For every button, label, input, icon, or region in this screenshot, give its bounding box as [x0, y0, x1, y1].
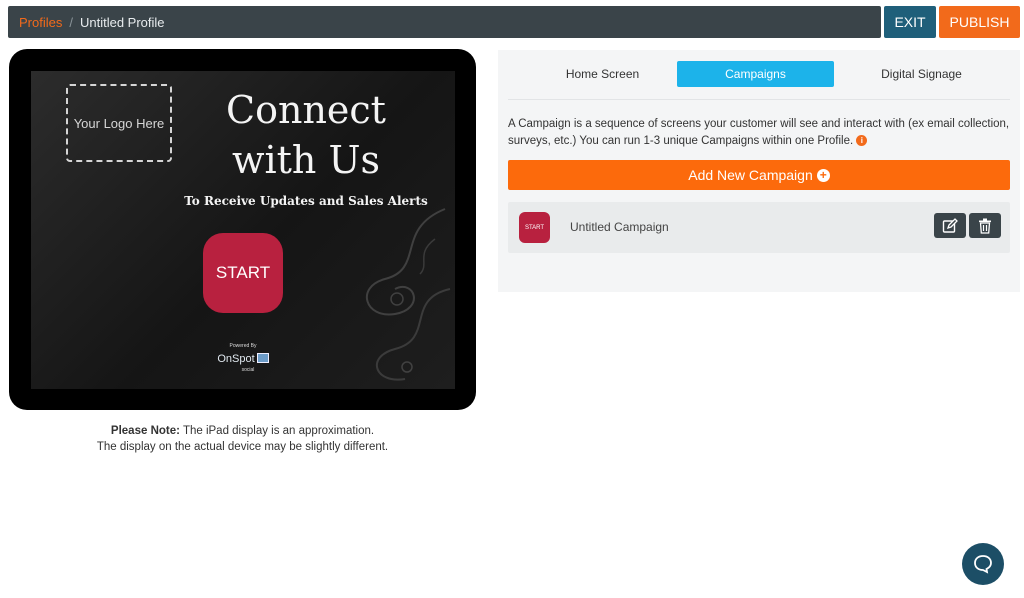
- preview-subheadline: To Receive Updates and Sales Alerts: [184, 194, 428, 208]
- headline-line-1: Connect: [226, 88, 386, 132]
- profile-settings-panel: Home Screen Campaigns Digital Signage A …: [498, 50, 1020, 292]
- trash-icon: [979, 218, 991, 234]
- ipad-preview-screen: Your Logo Here Connect with Us To Receiv…: [31, 71, 455, 389]
- powered-by-logo: Powered By OnSpot social: [213, 343, 273, 373]
- publish-button[interactable]: PUBLISH: [939, 6, 1020, 38]
- breadcrumb-bar: Profiles / Untitled Profile: [8, 6, 881, 38]
- breadcrumb-current: Untitled Profile: [79, 14, 165, 30]
- logo-placeholder: Your Logo Here: [66, 84, 172, 162]
- note-bold-label: Please Note:: [110, 425, 180, 437]
- tab-digital-signage[interactable]: Digital Signage: [843, 61, 1000, 87]
- powered-by-text: Powered By: [229, 343, 257, 349]
- note-line-1: The iPad display is an approximation.: [179, 425, 375, 437]
- add-new-campaign-label: Add New Campaign: [688, 167, 813, 183]
- campaign-thumbnail: START: [519, 212, 550, 243]
- edit-icon: [942, 217, 958, 233]
- brand-sub-text: social: [241, 367, 255, 373]
- breadcrumb-separator: /: [69, 14, 73, 30]
- preview-start-button: START: [203, 233, 283, 313]
- campaign-name: Untitled Campaign: [570, 220, 669, 234]
- brand-name: OnSpot: [217, 353, 255, 365]
- tab-bar: Home Screen Campaigns Digital Signage: [508, 60, 1010, 100]
- plus-circle-icon: +: [816, 168, 830, 182]
- campaigns-description: A Campaign is a sequence of screens your…: [508, 116, 1013, 150]
- ipad-preview-frame: Your Logo Here Connect with Us To Receiv…: [9, 49, 476, 410]
- add-new-campaign-button[interactable]: Add New Campaign +: [508, 160, 1010, 190]
- campaign-list-item: START Untitled Campaign: [508, 202, 1010, 253]
- edit-campaign-button[interactable]: [934, 213, 966, 238]
- preview-headline: Connect with Us: [181, 85, 431, 185]
- note-line-2: The display on the actual device may be …: [96, 441, 389, 453]
- chat-support-button[interactable]: [962, 543, 1004, 585]
- exit-button[interactable]: EXIT: [884, 6, 936, 38]
- tab-campaigns[interactable]: Campaigns: [677, 61, 834, 87]
- chat-bubble-icon: [974, 555, 992, 574]
- tab-home-screen[interactable]: Home Screen: [524, 61, 681, 87]
- info-icon[interactable]: i: [856, 135, 868, 147]
- onspot-logo-icon: [256, 352, 269, 363]
- headline-line-2: with Us: [231, 138, 381, 182]
- delete-campaign-button[interactable]: [969, 213, 1001, 238]
- campaigns-description-text: A Campaign is a sequence of screens your…: [508, 118, 1010, 147]
- preview-disclaimer: Please Note: The iPad display is an appr…: [9, 423, 476, 455]
- breadcrumb-profiles-link[interactable]: Profiles: [19, 15, 62, 30]
- decorative-swirl: [365, 208, 451, 381]
